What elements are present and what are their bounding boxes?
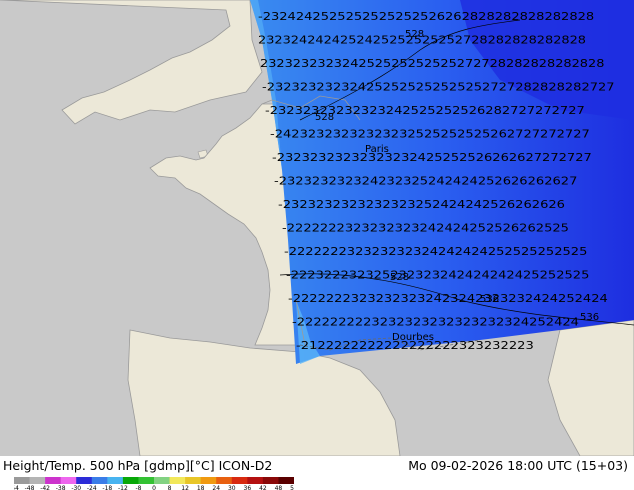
legend-tick-label: 30	[228, 485, 236, 490]
legend-swatch	[91, 477, 108, 484]
legend-swatch	[29, 477, 46, 484]
legend-swatch	[138, 477, 155, 484]
legend-tick-label: -30	[71, 485, 81, 490]
legend-swatch	[45, 477, 62, 484]
legend-swatch	[262, 477, 279, 484]
legend-tick-label: -38	[56, 485, 66, 490]
geopotential-label: 528	[405, 29, 424, 40]
legend-swatch	[200, 477, 217, 484]
temperature-row: 2323232323242525252525252727282828282828…	[260, 58, 604, 70]
geopotential-label: 536	[480, 294, 499, 305]
legend-swatch	[154, 477, 171, 484]
temperature-row: -232424252525252525252626282828282828282…	[258, 11, 594, 23]
legend-tick-label: -54	[14, 485, 19, 490]
legend-tick-label: 48	[275, 485, 283, 490]
temperature-labels: -232424252525252525252626282828282828282…	[258, 11, 615, 352]
legend-tick-label: -12	[118, 485, 128, 490]
temperature-row: -2222222223232323232323232324252424	[292, 317, 579, 329]
weather-map: -232424252525252525252626282828282828282…	[0, 0, 634, 456]
legend-tick-label: -24	[87, 485, 97, 490]
legend-swatch	[169, 477, 186, 484]
legend-swatch	[216, 477, 233, 484]
temperature-row: -232323232324232325242424252626262627	[274, 176, 577, 188]
legend-swatch	[247, 477, 264, 484]
legend-tick-label: 54	[290, 485, 294, 490]
footer: Height/Temp. 500 hPa [gdmp][°C] ICON-D2 …	[0, 456, 634, 490]
temperature-row: -23232323232323232425252526262627272727	[272, 152, 592, 164]
temperature-row: -24232323232323232525252525262727272727	[270, 129, 590, 141]
temperature-row: -22222223232323232423242323232424252424	[288, 293, 608, 305]
legend-swatch	[231, 477, 248, 484]
legend-swatch	[60, 477, 77, 484]
geopotential-label: 528	[390, 272, 409, 283]
legend-swatch	[14, 477, 31, 484]
temperature-row: -222222232323232324242424252525252525	[284, 246, 587, 258]
legend-swatch	[107, 477, 124, 484]
legend-tick-label: 18	[197, 485, 205, 490]
legend-tick-label: -42	[40, 485, 50, 490]
temperature-row: -222322232325232323242424242425252525	[286, 270, 589, 282]
legend-tick-label: -48	[25, 485, 35, 490]
legend-swatch	[122, 477, 139, 484]
legend-tick-label: 0	[152, 485, 156, 490]
legend-swatch	[76, 477, 93, 484]
legend-swatch	[278, 477, 294, 484]
legend-tick-label: -18	[102, 485, 112, 490]
geopotential-label: 528	[315, 112, 334, 123]
legend-tick-label: -8	[135, 485, 141, 490]
color-legend: -54 -48 -42 -38 -30 -24 -18 -12 -8 0 8 12 18 24 30 36 42…	[14, 477, 294, 490]
legend-tick-label: 42	[259, 485, 267, 490]
legend-tick-label: 36	[244, 485, 252, 490]
legend-tick-label: 24	[212, 485, 220, 490]
geopotential-label: 536	[580, 312, 599, 323]
legend-tick-label: 12	[181, 485, 189, 490]
map-title: Height/Temp. 500 hPa [gdmp][°C] ICON-D2	[3, 458, 273, 473]
temperature-row: -2222222323232323242424252526262525	[282, 223, 569, 235]
temperature-row: -232323232324252525252525252727282828282…	[262, 82, 615, 94]
city-paris: Paris	[365, 144, 389, 155]
legend-swatch	[185, 477, 202, 484]
temperature-row: -23232323232323242525252526282727272727	[265, 105, 585, 117]
city-dourbes: Dourbes	[392, 332, 434, 343]
map-time: Mo 09-02-2026 18:00 UTC (15+03)	[408, 458, 628, 473]
temperature-row: -2323232323232323252424242526262626	[278, 199, 565, 211]
legend-tick-label: 8	[168, 485, 172, 490]
